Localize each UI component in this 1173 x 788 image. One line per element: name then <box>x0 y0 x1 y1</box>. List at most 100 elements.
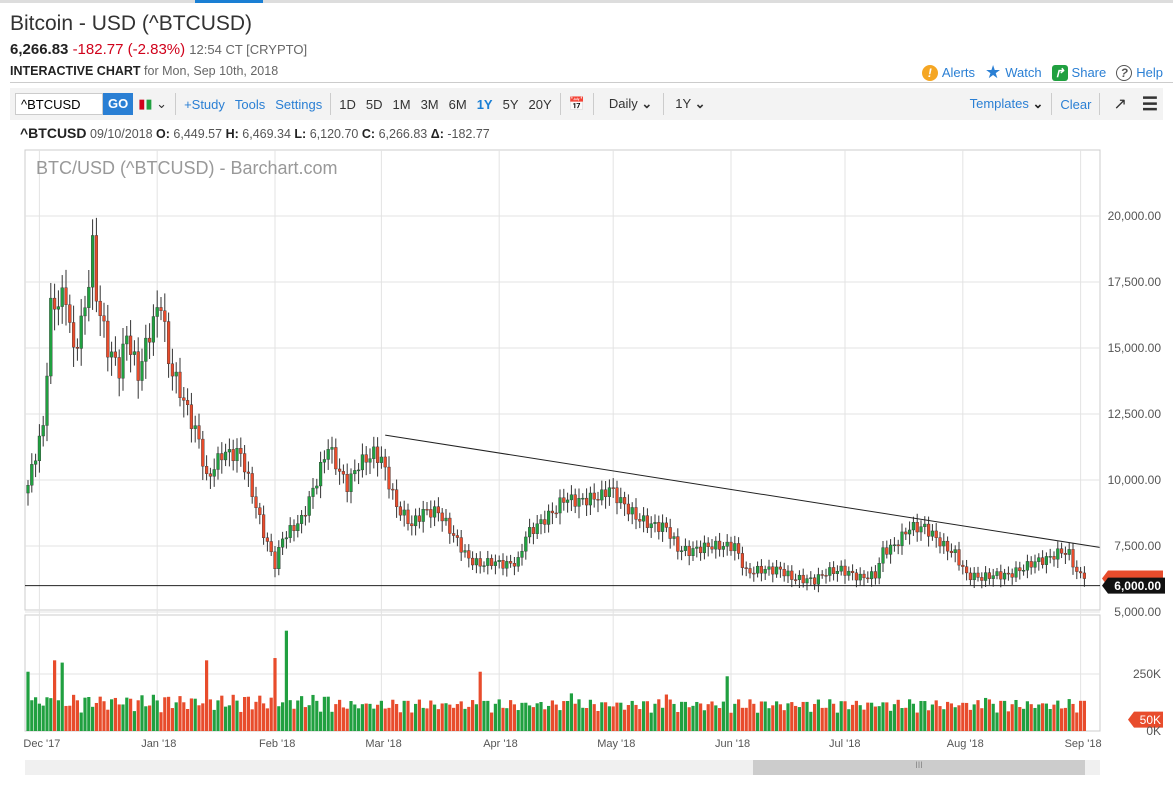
volume-bar <box>197 705 201 731</box>
volume-bar <box>406 700 410 731</box>
candle-body <box>691 548 695 557</box>
candle-body <box>113 351 117 358</box>
volume-bar <box>220 695 224 731</box>
candle-body <box>1082 572 1086 579</box>
candle-body <box>444 517 448 522</box>
candle-body <box>942 540 946 547</box>
volume-bar <box>140 695 144 731</box>
volume-bar <box>398 712 402 731</box>
candle-body <box>718 540 722 550</box>
candle-body <box>547 510 551 525</box>
volume-bar <box>721 701 725 731</box>
candle-body <box>56 306 60 310</box>
volume-bar <box>94 702 98 731</box>
candle-body <box>128 335 133 355</box>
volume-bar <box>539 701 543 731</box>
candle-body <box>273 551 277 570</box>
candle-body <box>235 448 239 462</box>
candle-body <box>737 543 741 554</box>
volume-bar <box>657 699 661 731</box>
candle-body <box>223 451 228 461</box>
candle-body <box>550 510 554 514</box>
volume-bar <box>911 703 915 731</box>
volume-bar <box>91 706 95 731</box>
volume-bar <box>531 707 535 731</box>
volume-bar <box>987 699 991 731</box>
candle-body <box>102 315 106 322</box>
candle-body <box>683 545 687 551</box>
candle-body <box>322 459 326 463</box>
volume-bar <box>368 703 372 731</box>
volume-bar <box>881 702 885 731</box>
volume-bar <box>208 699 212 731</box>
volume-bar <box>790 702 794 731</box>
candle-body <box>1033 561 1037 568</box>
volume-bar <box>782 710 786 731</box>
candle-body <box>554 512 558 515</box>
volume-bar <box>83 697 87 731</box>
volume-bar <box>360 704 364 731</box>
candle-body <box>227 449 231 453</box>
volume-bar <box>444 703 448 731</box>
volume-bar <box>1041 703 1045 731</box>
volume-bar <box>706 704 710 731</box>
candle-body <box>866 577 870 580</box>
candle-body <box>706 542 710 547</box>
candle-body <box>854 572 858 581</box>
volume-bar <box>106 709 110 731</box>
candle-body <box>391 488 395 491</box>
volume-bar <box>53 660 57 731</box>
volume-bar <box>664 694 668 731</box>
candle-body <box>269 541 273 553</box>
volume-bar <box>227 705 231 731</box>
volume-bar <box>189 698 193 731</box>
candle-body <box>611 487 615 489</box>
candle-body <box>539 519 543 525</box>
volume-bar <box>592 704 596 731</box>
candle-body <box>140 361 144 381</box>
candle-body <box>300 514 304 524</box>
volume-bar <box>763 701 767 731</box>
volume-bar <box>794 705 798 731</box>
candle-body <box>585 497 589 506</box>
volume-bar <box>478 671 482 731</box>
volume-bar <box>372 708 376 731</box>
candle-body <box>303 514 307 517</box>
candle-body <box>311 487 315 497</box>
volume-bar <box>250 709 254 731</box>
volume-bar <box>1022 708 1026 731</box>
candle-body <box>185 400 190 405</box>
candle-body <box>824 574 828 577</box>
volume-bar <box>516 710 520 731</box>
volume-bar <box>178 696 182 731</box>
volume-bar <box>946 701 950 731</box>
candle-body <box>767 566 771 570</box>
volume-bar <box>626 705 630 731</box>
candle-body <box>433 506 437 518</box>
candle-body <box>813 577 817 585</box>
candle-body <box>919 526 923 533</box>
candle-body <box>482 565 486 567</box>
volume-bar <box>1010 704 1014 731</box>
volume-bar <box>277 706 281 731</box>
volume-bar <box>805 701 809 731</box>
candle-body <box>809 577 813 579</box>
scrollbar-thumb[interactable]: III <box>753 760 1085 775</box>
volume-bar <box>132 711 136 731</box>
candle-body <box>972 572 976 581</box>
price-chart[interactable] <box>0 0 1173 788</box>
x-tick-label: May '18 <box>597 738 636 750</box>
volume-bar <box>300 696 304 731</box>
volume-bar <box>387 707 391 731</box>
volume-bar <box>748 699 752 731</box>
volume-bar <box>322 696 326 731</box>
candle-body <box>376 446 380 463</box>
volume-bar <box>482 700 486 731</box>
volume-bar <box>425 708 429 731</box>
volume-bar <box>607 706 611 731</box>
volume-bar <box>930 704 934 731</box>
candle-body <box>657 522 661 532</box>
candle-body <box>923 523 927 527</box>
candle-body <box>528 527 532 538</box>
volume-bar <box>839 701 843 731</box>
